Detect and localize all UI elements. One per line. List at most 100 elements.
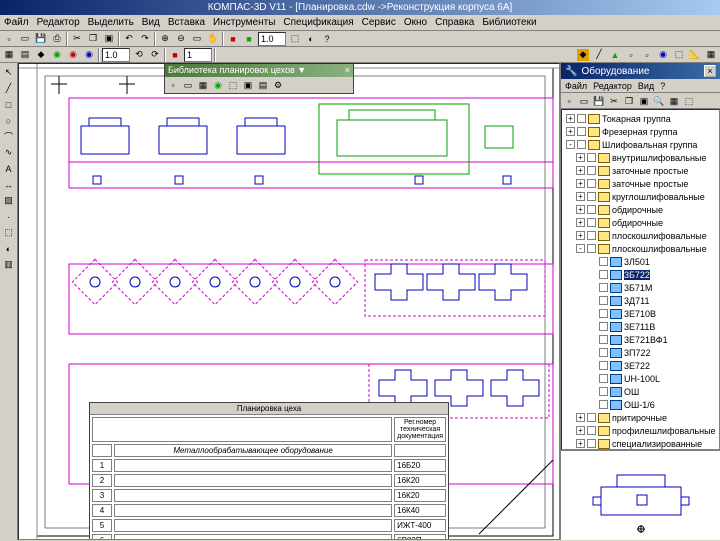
- eq-icon[interactable]: ▣: [637, 94, 651, 108]
- tb2r-icon[interactable]: ▫: [624, 48, 638, 62]
- tree-item[interactable]: +притирочные: [564, 411, 717, 424]
- tool-icon[interactable]: ⬚: [1, 225, 16, 240]
- checkbox[interactable]: [599, 374, 608, 383]
- zoom-fit-icon[interactable]: ▭: [190, 32, 204, 46]
- checkbox[interactable]: [599, 309, 608, 318]
- expand-icon[interactable]: +: [576, 205, 585, 214]
- tb2r-icon[interactable]: ╱: [592, 48, 606, 62]
- color1-icon[interactable]: ■: [226, 32, 240, 46]
- checkbox[interactable]: [587, 179, 596, 188]
- open-icon[interactable]: ▭: [18, 32, 32, 46]
- tree-item[interactable]: 3Е722: [564, 359, 717, 372]
- tree-item[interactable]: -плоскошлифовальные: [564, 242, 717, 255]
- eq-icon[interactable]: 💾: [592, 94, 606, 108]
- paste-icon[interactable]: ▣: [102, 32, 116, 46]
- expand-icon[interactable]: +: [576, 192, 585, 201]
- checkbox[interactable]: [587, 439, 596, 448]
- copy-icon[interactable]: ❐: [86, 32, 100, 46]
- checkbox[interactable]: [599, 270, 608, 279]
- tree-item[interactable]: 3Е721ВФ1: [564, 333, 717, 346]
- tree-item[interactable]: +Фрезерная группа: [564, 125, 717, 138]
- menu-libs[interactable]: Библиотеки: [482, 17, 536, 28]
- point-icon[interactable]: ·: [1, 209, 16, 224]
- library-panel-header[interactable]: Библиотека планировок цехов ▼ ×: [165, 63, 353, 77]
- panel-menu-view[interactable]: Вид: [638, 81, 654, 91]
- lib-icon[interactable]: ▣: [241, 78, 255, 92]
- checkbox[interactable]: [599, 361, 608, 370]
- expand-icon[interactable]: +: [576, 166, 585, 175]
- tb2r-icon[interactable]: 📐: [688, 48, 702, 62]
- hatch-icon[interactable]: ▨: [1, 193, 16, 208]
- tree-item[interactable]: +обдирочные: [564, 216, 717, 229]
- arrow-icon[interactable]: ↖: [1, 65, 16, 80]
- color2-icon[interactable]: ■: [242, 32, 256, 46]
- checkbox[interactable]: [599, 348, 608, 357]
- tool-icon[interactable]: ⬚: [288, 32, 302, 46]
- tree-item[interactable]: +профилешлифовальные: [564, 424, 717, 437]
- tree-item[interactable]: +плоскошлифовальные: [564, 229, 717, 242]
- tree-item[interactable]: 3Е710В: [564, 307, 717, 320]
- tool-icon[interactable]: ◐: [304, 32, 318, 46]
- checkbox[interactable]: [587, 205, 596, 214]
- checkbox[interactable]: [577, 140, 586, 149]
- menu-edit[interactable]: Редактор: [37, 17, 80, 28]
- panel-menu-edit[interactable]: Редактор: [593, 81, 632, 91]
- checkbox[interactable]: [599, 400, 608, 409]
- eq-icon[interactable]: ▦: [667, 94, 681, 108]
- menu-help[interactable]: Справка: [435, 17, 474, 28]
- menu-select[interactable]: Выделить: [88, 17, 134, 28]
- drawing-canvas[interactable]: Библиотека планировок цехов ▼ × ▫ ▭ ▦ ◉ …: [18, 63, 560, 540]
- lib-icon[interactable]: ⬚: [226, 78, 240, 92]
- dim-icon[interactable]: ↔: [1, 177, 16, 192]
- tb2-icon[interactable]: ◉: [50, 48, 64, 62]
- tree-item[interactable]: 3П722: [564, 346, 717, 359]
- help-icon[interactable]: ?: [320, 32, 334, 46]
- tree-item[interactable]: +заточные простые: [564, 177, 717, 190]
- eq-icon[interactable]: ▭: [577, 94, 591, 108]
- spline-icon[interactable]: ∿: [1, 145, 16, 160]
- tb2-icon[interactable]: ■: [168, 48, 182, 62]
- expand-icon[interactable]: +: [576, 231, 585, 240]
- redo-icon[interactable]: ↷: [138, 32, 152, 46]
- print-icon[interactable]: ⎙: [50, 32, 64, 46]
- menu-service[interactable]: Сервис: [362, 17, 396, 28]
- tree-item[interactable]: ОШ: [564, 385, 717, 398]
- cut-icon[interactable]: ✂: [70, 32, 84, 46]
- checkbox[interactable]: [599, 283, 608, 292]
- eq-icon[interactable]: 🔍: [652, 94, 666, 108]
- tb2r-icon[interactable]: ◉: [656, 48, 670, 62]
- line-input[interactable]: [184, 48, 212, 62]
- circle-icon[interactable]: ○: [1, 113, 16, 128]
- panel-menu-file[interactable]: Файл: [565, 81, 587, 91]
- expand-icon[interactable]: +: [576, 179, 585, 188]
- tool-icon[interactable]: ◐: [1, 241, 16, 256]
- lib-icon[interactable]: ▦: [196, 78, 210, 92]
- tree-item[interactable]: +внутришлифовальные: [564, 151, 717, 164]
- eq-icon[interactable]: ✂: [607, 94, 621, 108]
- checkbox[interactable]: [587, 192, 596, 201]
- tb2r-icon[interactable]: ▲: [608, 48, 622, 62]
- checkbox[interactable]: [599, 296, 608, 305]
- checkbox[interactable]: [577, 127, 586, 136]
- expand-icon[interactable]: +: [576, 439, 585, 448]
- tb2r-icon[interactable]: ▫: [640, 48, 654, 62]
- expand-icon[interactable]: -: [566, 140, 575, 149]
- expand-icon[interactable]: +: [576, 153, 585, 162]
- checkbox[interactable]: [587, 413, 596, 422]
- menu-spec[interactable]: Спецификация: [283, 17, 353, 28]
- tool-icon[interactable]: ▥: [1, 257, 16, 272]
- lib-icon[interactable]: ▭: [181, 78, 195, 92]
- checkbox[interactable]: [599, 322, 608, 331]
- line-icon[interactable]: ╱: [1, 81, 16, 96]
- tree-item[interactable]: 3Б71М: [564, 281, 717, 294]
- tree-item[interactable]: 3Д711: [564, 294, 717, 307]
- checkbox[interactable]: [587, 166, 596, 175]
- tree-item[interactable]: UH-100L: [564, 372, 717, 385]
- lib-icon[interactable]: ▤: [256, 78, 270, 92]
- width-input[interactable]: [258, 32, 286, 46]
- close-icon[interactable]: ×: [345, 65, 350, 75]
- tree-item[interactable]: ОШ-1/6: [564, 398, 717, 411]
- tb2-icon[interactable]: ▤: [18, 48, 32, 62]
- arc-icon[interactable]: ⌒: [1, 129, 16, 144]
- checkbox[interactable]: [577, 114, 586, 123]
